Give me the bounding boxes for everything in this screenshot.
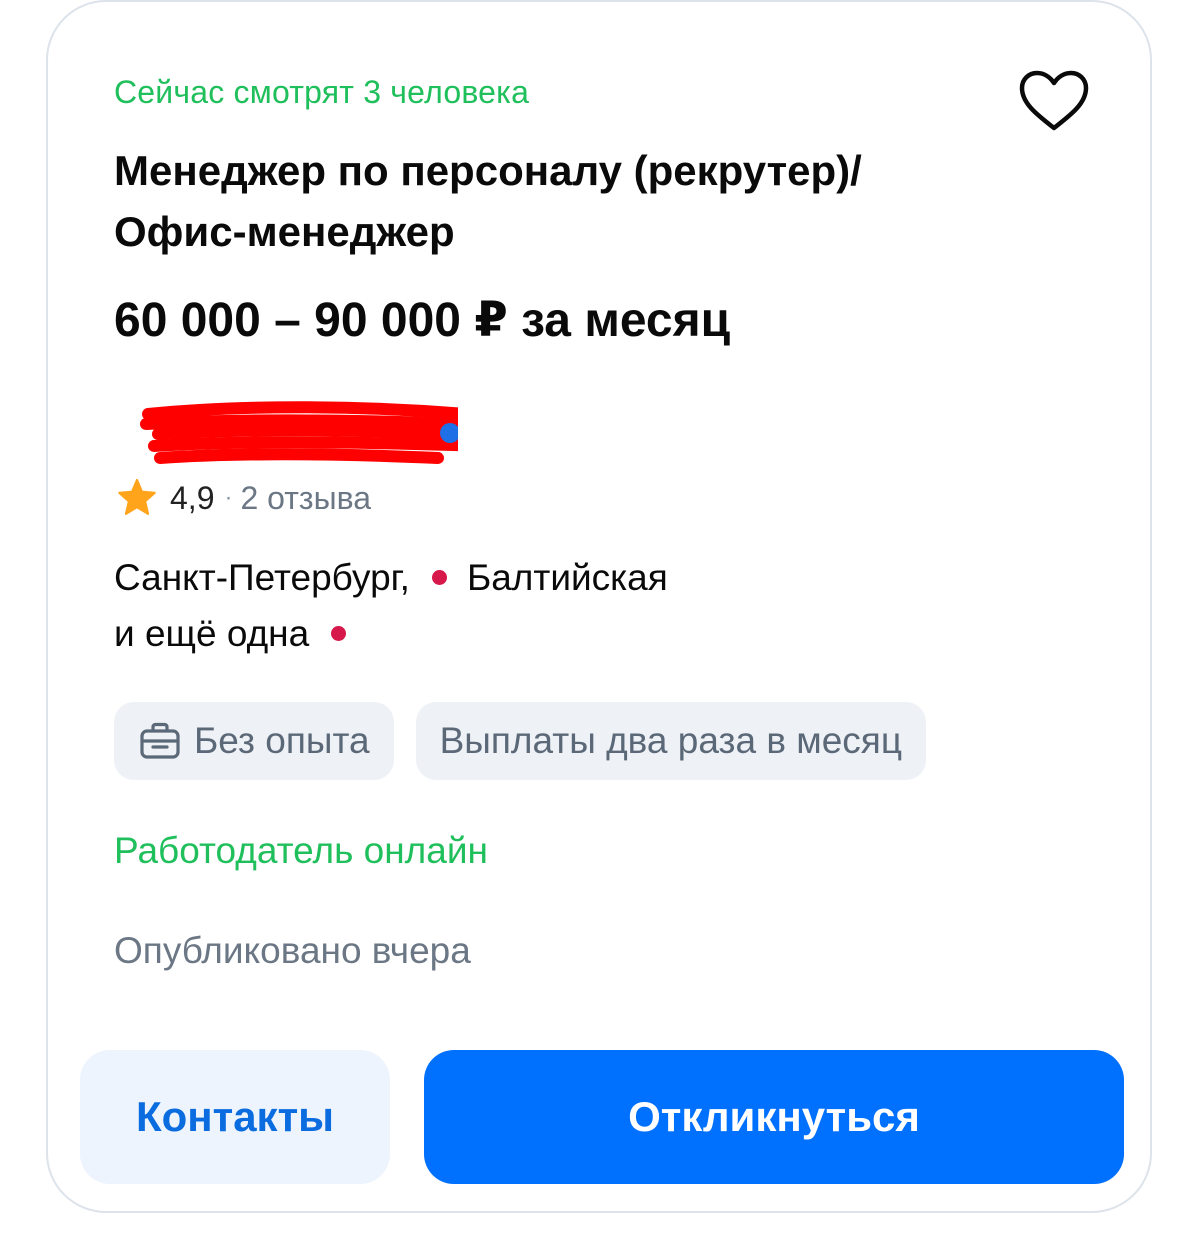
favorite-button[interactable]	[1016, 68, 1092, 134]
rating-score: 4,9	[170, 479, 215, 516]
vacancy-title[interactable]: Менеджер по персоналу (рекрутер)/Офис-ме…	[114, 140, 974, 262]
viewers-count: Сейчас смотрят 3 человека	[114, 74, 530, 110]
tag-payments: Выплаты два раза в месяц	[415, 702, 927, 780]
location: Санкт-Петербург, Балтийская и ещё одна	[114, 550, 668, 662]
employer-rating[interactable]: 4,9 · 2 отзыва	[114, 476, 371, 520]
location-line-2: и ещё одна	[114, 606, 668, 662]
tag-label: Без опыта	[194, 720, 370, 761]
published-date: Опубликовано вчера	[114, 930, 471, 971]
rating-separator: ·	[224, 484, 233, 511]
salary: 60 000 – 90 000 ₽ за месяц	[114, 294, 731, 347]
tag-label: Выплаты два раза в месяц	[439, 720, 903, 761]
contacts-button[interactable]: Контакты	[80, 1050, 390, 1184]
star-icon	[118, 478, 156, 515]
company-name-redacted[interactable]	[98, 400, 490, 470]
metro-line-dot	[331, 625, 347, 641]
city: Санкт-Петербург,	[114, 557, 410, 598]
employer-online-status: Работодатель онлайн	[114, 830, 488, 871]
metro-station: Балтийская	[466, 557, 668, 598]
vacancy-card[interactable]: Сейчас смотрят 3 человека Менеджер по пе…	[46, 0, 1152, 1213]
apply-button[interactable]: Откликнуться	[424, 1050, 1124, 1184]
heart-outline-icon	[1019, 70, 1089, 131]
redaction-scribble	[140, 401, 490, 464]
location-line-1: Санкт-Петербург, Балтийская	[114, 550, 668, 606]
tag-experience: Без опыта	[114, 702, 394, 780]
more-stations: и ещё одна	[114, 613, 310, 654]
vacancy-tags: Без опыта Выплаты два раза в месяц	[114, 702, 927, 780]
reviews-count: 2 отзыва	[240, 479, 372, 516]
metro-line-dot	[431, 569, 447, 585]
briefcase-icon	[140, 722, 180, 759]
